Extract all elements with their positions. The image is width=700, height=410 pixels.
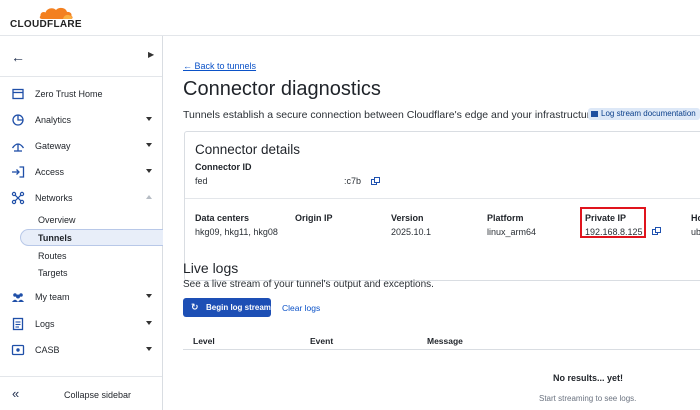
chevron-right-icon[interactable]: ▶ (148, 50, 154, 59)
sidebar-subitem-label: Tunnels (38, 233, 72, 243)
copy-icon[interactable] (371, 177, 380, 186)
networks-icon (11, 191, 25, 205)
sidebar-item-gateway[interactable]: Gateway (0, 134, 162, 158)
sidebar-item-label: Analytics (35, 115, 72, 125)
logo-wordmark: CLOUDFLARE (10, 19, 82, 30)
live-logs-description: See a live stream of your tunnel's outpu… (183, 279, 434, 290)
sidebar-item-label: Networks (35, 193, 73, 203)
begin-log-stream-button[interactable]: ↻ Begin log stream (183, 298, 271, 317)
sidebar-item-my-team[interactable]: My team (0, 285, 162, 309)
sidebar-item-analytics[interactable]: Analytics (0, 108, 162, 132)
sidebar-item-zero-trust-home[interactable]: Zero Trust Home (0, 82, 162, 106)
clear-logs-button[interactable]: Clear logs (282, 303, 320, 313)
sidebar-subitem-overview[interactable]: Overview (20, 211, 163, 228)
chevron-down-icon (146, 321, 152, 325)
chevron-down-icon (146, 117, 152, 121)
sidebar-subitem-targets[interactable]: Targets (20, 264, 163, 281)
chevron-down-icon (146, 347, 152, 351)
private-ip-highlight (580, 207, 646, 238)
chevron-down-icon (146, 294, 152, 298)
sidebar-item-logs[interactable]: Logs (0, 312, 162, 336)
sidebar: ← ▶ Zero Trust Home Analytics Gateway Ac… (0, 36, 163, 410)
page-title: Connector diagnostics (183, 78, 381, 100)
data-centers-value: hkg09, hkg11, hkg08 (195, 227, 278, 237)
sidebar-item-label: Logs (35, 319, 55, 329)
platform-label: Platform (487, 213, 524, 223)
platform-value: linux_arm64 (487, 227, 537, 237)
empty-state-description: Start streaming to see logs. (539, 394, 637, 403)
refresh-icon: ↻ (191, 302, 199, 312)
analytics-icon (12, 114, 24, 126)
casb-icon (11, 344, 25, 356)
sidebar-item-label: Zero Trust Home (35, 89, 103, 99)
sidebar-subitem-label: Overview (38, 215, 76, 225)
live-logs-title: Live logs (183, 260, 239, 276)
column-header-event: Event (310, 336, 334, 346)
sidebar-item-label: CASB (35, 345, 60, 355)
double-chevron-left-icon: « (12, 386, 20, 401)
chevron-up-icon (146, 195, 152, 199)
column-header-message: Message (427, 336, 463, 346)
main-content: ← Back to tunnels Connector diagnostics … (163, 36, 700, 410)
empty-state-title: No results... yet! (553, 373, 624, 383)
logs-table-header: Level Event Message (183, 332, 700, 350)
back-to-tunnels-link[interactable]: ← Back to tunnels (183, 61, 256, 71)
sidebar-item-label: Gateway (35, 141, 71, 151)
doc-badge-label: Log stream documentation (601, 109, 696, 118)
connector-id-value: fed (195, 176, 208, 186)
connector-id-suffix: :c7b (344, 176, 362, 186)
sidebar-subitem-label: Targets (38, 268, 68, 278)
data-centers-label: Data centers (195, 213, 250, 223)
cloudflare-logo[interactable]: CLOUDFLARE (10, 5, 82, 31)
top-bar: CLOUDFLARE (0, 0, 700, 36)
page-description: Tunnels establish a secure connection be… (183, 109, 600, 121)
sidebar-item-access[interactable]: Access (0, 160, 162, 184)
home-icon (12, 88, 24, 100)
chevron-down-icon (146, 169, 152, 173)
column-header-level: Level (193, 336, 215, 346)
connector-id-label: Connector ID (195, 162, 252, 172)
origin-ip-label: Origin IP (295, 213, 333, 223)
version-label: Version (391, 213, 424, 223)
begin-log-stream-label: Begin log stream (206, 303, 271, 312)
logs-icon (12, 317, 24, 331)
sidebar-subitem-tunnels[interactable]: Tunnels (20, 229, 163, 246)
chevron-down-icon (146, 143, 152, 147)
connector-details-card: Connector details Connector ID fed :c7b … (184, 131, 700, 281)
collapse-sidebar-button[interactable]: « Collapse sidebar (0, 376, 162, 410)
log-stream-documentation-link[interactable]: Log stream documentation (588, 108, 700, 120)
version-value: 2025.10.1 (391, 227, 432, 237)
collapse-sidebar-label: Collapse sidebar (64, 390, 132, 400)
gateway-icon (11, 143, 25, 152)
sidebar-subitem-label: Routes (38, 251, 67, 261)
card-divider (185, 198, 700, 199)
card-title: Connector details (195, 142, 301, 157)
team-icon (12, 293, 24, 302)
sidebar-item-casb[interactable]: CASB (0, 338, 162, 362)
hostname-value: ub (691, 227, 700, 237)
sidebar-top: ← ▶ (0, 36, 162, 77)
sidebar-item-label: My team (35, 292, 70, 302)
sidebar-item-label: Access (35, 167, 65, 177)
access-icon (12, 166, 25, 178)
hostname-label: Ho (691, 213, 700, 223)
sidebar-item-networks[interactable]: Networks (0, 186, 162, 210)
arrow-left-icon[interactable]: ← (11, 49, 25, 65)
cloud-logo-icon (39, 7, 73, 19)
copy-private-ip-icon[interactable] (652, 227, 661, 236)
book-icon (591, 111, 598, 117)
sidebar-subitem-routes[interactable]: Routes (20, 247, 163, 264)
